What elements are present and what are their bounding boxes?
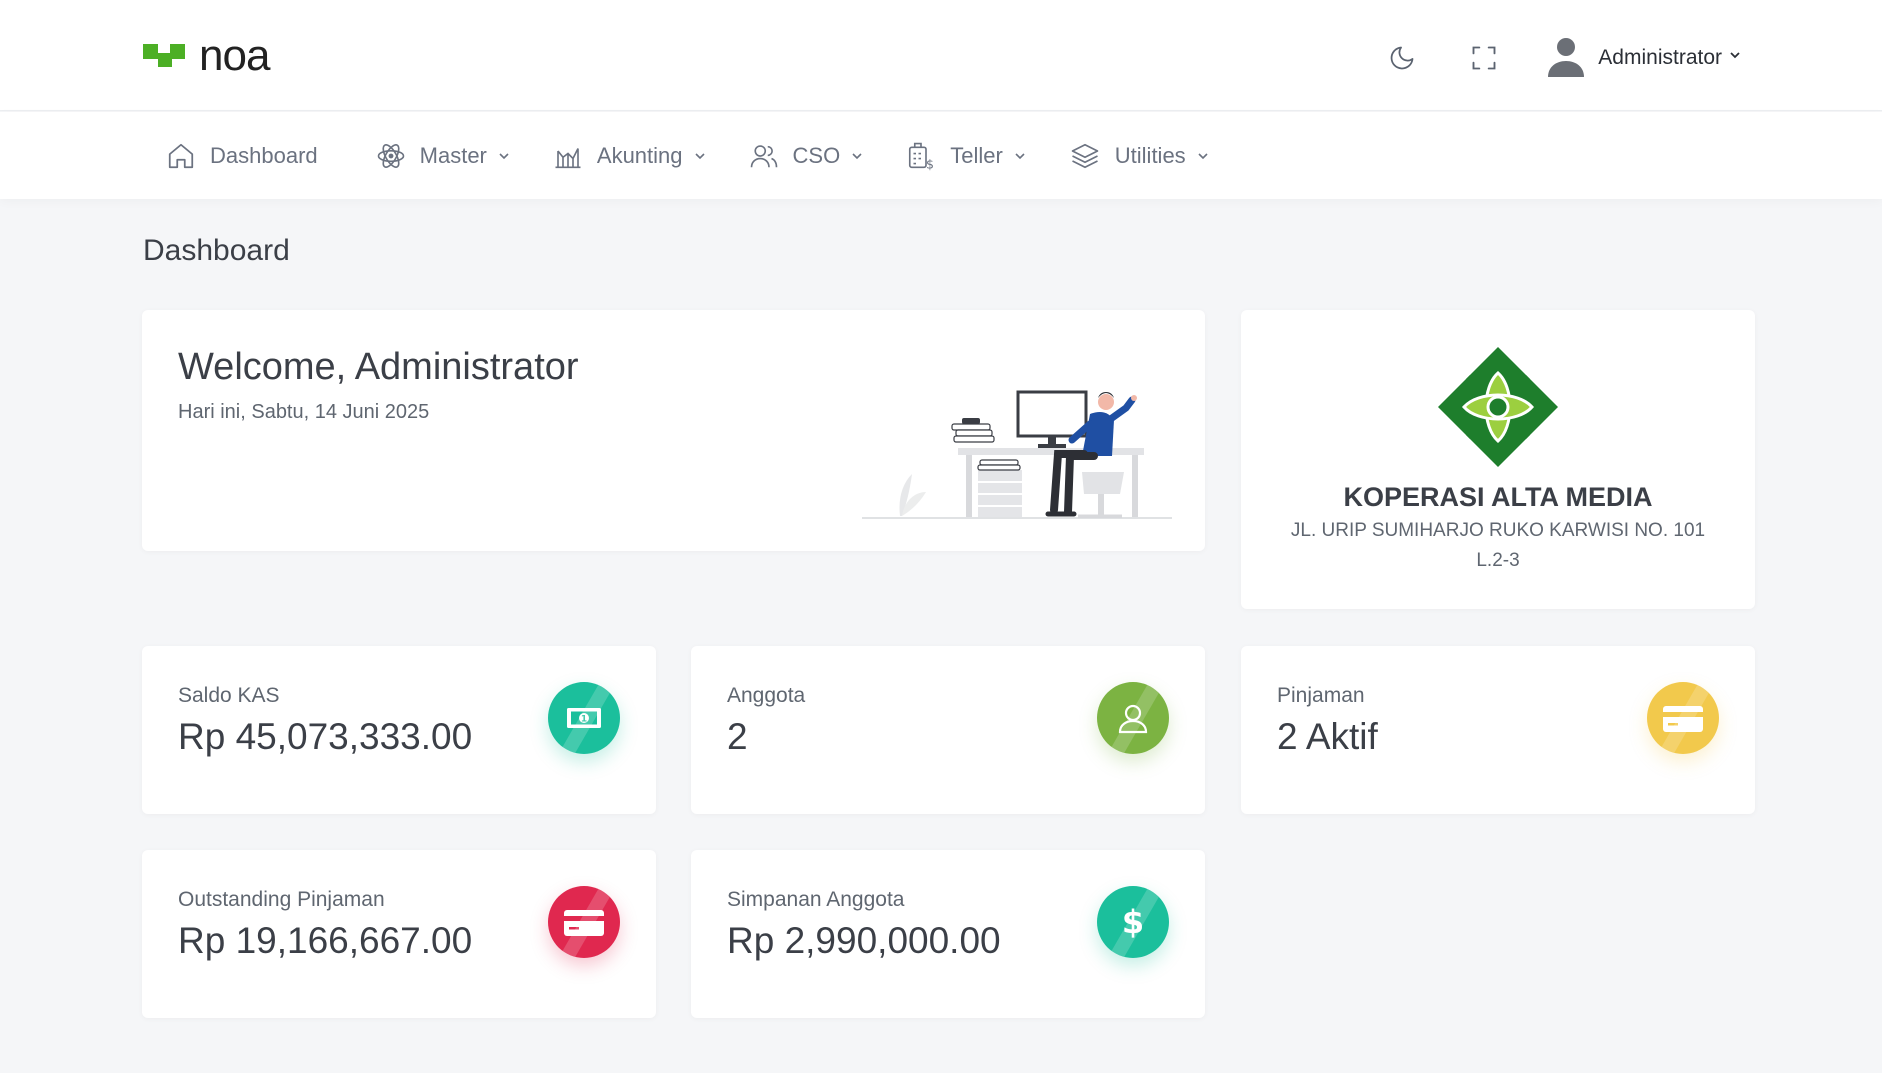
welcome-title: Welcome, Administrator	[178, 346, 579, 388]
page-title: Dashboard	[143, 234, 290, 267]
organization-name: KOPERASI ALTA MEDIA	[1343, 482, 1653, 512]
stat-label: Pinjaman	[1277, 684, 1365, 707]
chevron-down-icon	[852, 152, 862, 159]
chevron-down-icon	[1015, 152, 1025, 159]
layers-icon	[1071, 143, 1099, 168]
svg-text:$: $	[1122, 903, 1144, 941]
nav-item-akunting[interactable]: Akunting	[553, 141, 707, 171]
nav-item-utilities[interactable]: Utilities	[1069, 141, 1210, 171]
atom-icon	[377, 143, 404, 168]
chevron-down-icon	[499, 152, 509, 159]
organization-logo	[1438, 347, 1558, 467]
nav-item-master[interactable]: Master	[376, 141, 511, 171]
brand-name: noa	[199, 31, 270, 80]
fullscreen-icon[interactable]	[1466, 40, 1502, 76]
stat-card-anggota: Anggota 2	[691, 646, 1205, 814]
stat-value: 2	[727, 716, 748, 757]
stat-label: Simpanan Anggota	[727, 888, 905, 911]
logo-mark-icon	[143, 38, 193, 74]
stat-label: Anggota	[727, 684, 806, 707]
nav-label: Akunting	[596, 142, 683, 168]
stat-value: Rp 2,990,000.00	[727, 920, 1001, 961]
stat-label: Outstanding Pinjaman	[178, 888, 385, 911]
organization-card: KOPERASI ALTA MEDIA JL. URIP SUMIHARJO R…	[1241, 310, 1755, 609]
credit-card-icon	[548, 886, 620, 958]
welcome-card: Welcome, Administrator Hari ini, Sabtu, …	[142, 310, 1205, 551]
nav-label: Utilities	[1114, 142, 1186, 168]
stat-card-simpanan-anggota: Simpanan Anggota Rp 2,990,000.00 $	[691, 850, 1205, 1018]
user-icon	[1097, 682, 1169, 754]
svg-text:1: 1	[581, 715, 587, 725]
user-name: Administrator	[1598, 45, 1722, 69]
stat-card-saldo-kas: Saldo KAS Rp 45,073,333.00 1	[142, 646, 656, 814]
workspace-illustration	[862, 390, 1172, 519]
moon-icon[interactable]	[1384, 40, 1420, 76]
chevron-down-icon	[1728, 48, 1742, 67]
nav-label: Master	[419, 142, 487, 168]
svg-text:$: $	[926, 156, 934, 171]
stat-value: 2 Aktif	[1277, 716, 1378, 757]
stat-value: Rp 45,073,333.00	[178, 716, 473, 757]
chevron-down-icon	[1198, 152, 1208, 159]
nav-item-dashboard[interactable]: Dashboard	[166, 141, 318, 171]
credit-card-icon	[1647, 682, 1719, 754]
main-nav: Dashboard Master Akunting CSO $ Teller U…	[0, 112, 1882, 199]
nav-label: CSO	[792, 142, 841, 168]
chart-icon	[555, 147, 581, 168]
stat-value: Rp 19,166,667.00	[178, 920, 473, 961]
nav-label: Dashboard	[210, 142, 318, 168]
nav-item-teller[interactable]: $ Teller	[906, 141, 1027, 171]
stat-label: Saldo KAS	[178, 684, 280, 707]
nav-item-cso[interactable]: CSO	[749, 141, 865, 171]
header-actions: Administrator	[1384, 33, 1742, 82]
user-avatar-icon	[1544, 33, 1588, 82]
top-bar: noa Administrator	[0, 0, 1882, 111]
users-icon	[750, 144, 777, 167]
brand-logo[interactable]: noa	[143, 31, 270, 80]
home-icon	[168, 143, 194, 168]
money-icon: 1	[548, 682, 620, 754]
organization-address: JL. URIP SUMIHARJO RUKO KARWISI NO. 101 …	[1290, 520, 1706, 571]
stat-card-pinjaman: Pinjaman 2 Aktif	[1241, 646, 1755, 814]
chevron-down-icon	[694, 152, 705, 159]
dollar-icon: $	[1097, 886, 1169, 958]
user-menu[interactable]: Administrator	[1544, 33, 1742, 82]
teller-icon: $	[909, 142, 934, 171]
nav-label: Teller	[950, 142, 1003, 168]
stat-card-outstanding-pinjaman: Outstanding Pinjaman Rp 19,166,667.00	[142, 850, 656, 1018]
welcome-date: Hari ini, Sabtu, 14 Juni 2025	[178, 401, 430, 423]
